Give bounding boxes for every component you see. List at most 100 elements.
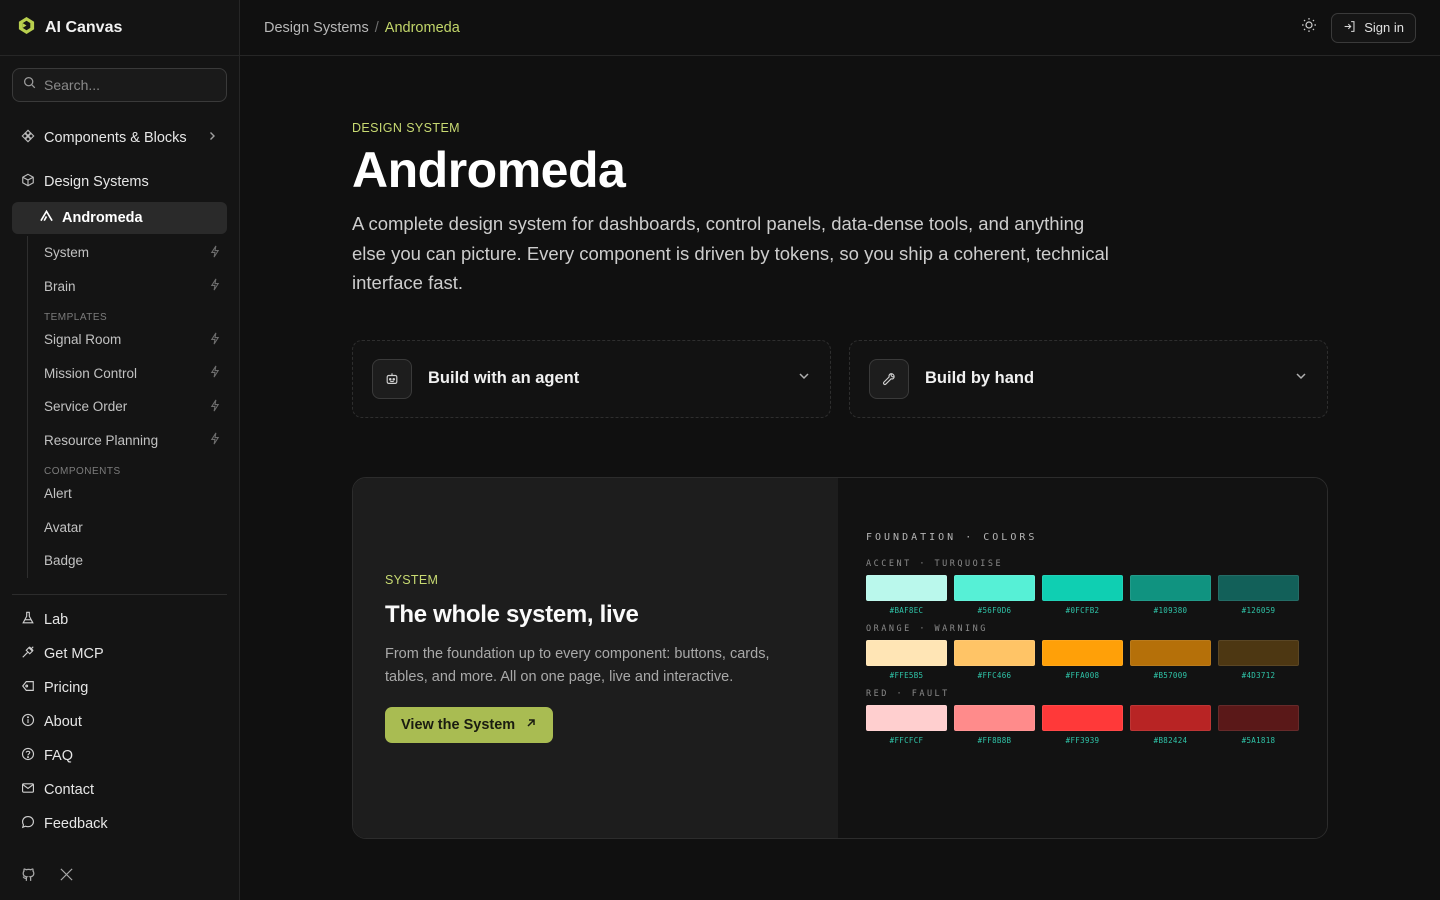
sidebar-item-avatar[interactable]: Avatar — [28, 511, 227, 545]
sidebar-item-label: Contact — [44, 781, 94, 798]
system-description: From the foundation up to every componen… — [385, 645, 770, 685]
theme-toggle-sun-icon[interactable] — [1301, 17, 1317, 38]
swatch-hex: #4D3712 — [1241, 670, 1276, 680]
color-swatch[interactable]: #0FCFB2 — [1042, 574, 1123, 615]
chevron-down-icon — [797, 369, 811, 388]
swatch-chip — [1042, 704, 1123, 731]
sidebar-item-service-order[interactable]: Service Order — [28, 390, 227, 424]
bolt-icon — [209, 278, 221, 294]
sidebar-item-pricing[interactable]: Pricing — [12, 671, 227, 705]
system-title: The whole system, live — [385, 600, 639, 628]
swatch-hex: #FFC466 — [977, 670, 1012, 680]
social-links — [20, 866, 74, 888]
color-swatch[interactable]: #FFA008 — [1042, 639, 1123, 680]
color-swatch[interactable]: #FFC466 — [954, 639, 1035, 680]
sidebar-item-label: Pricing — [44, 679, 89, 696]
sidebar-item-label: About — [44, 713, 82, 730]
color-swatch[interactable]: #126059 — [1218, 574, 1299, 615]
color-swatch[interactable]: #B82424 — [1130, 704, 1211, 745]
swatch-hex: #FFA008 — [1065, 670, 1100, 680]
color-swatch[interactable]: #FFE5B5 — [866, 639, 947, 680]
sidebar-item-faq[interactable]: FAQ — [12, 739, 227, 773]
bolt-icon — [209, 332, 221, 348]
bolt-icon — [209, 245, 221, 261]
templates-heading: TEMPLATES — [44, 312, 108, 323]
sidebar-item-contact[interactable]: Contact — [12, 773, 227, 807]
sidebar-item-label: Service Order — [44, 399, 128, 415]
swatch-hex: #B82424 — [1153, 735, 1188, 745]
sidebar-item-label: Alert — [44, 486, 72, 502]
color-swatch[interactable]: #FF8B8B — [954, 704, 1035, 745]
nav-components-blocks[interactable]: Components & Blocks — [12, 122, 227, 154]
sidebar-item-signal-room[interactable]: Signal Room — [28, 323, 227, 357]
build-with-agent-card[interactable]: Build with an agent — [352, 339, 831, 418]
sidebar-item-label: Badge — [44, 553, 84, 569]
sidebar-item-lab[interactable]: Lab — [12, 603, 227, 637]
nav-design-systems[interactable]: Design Systems — [12, 166, 227, 198]
x-icon[interactable] — [59, 867, 74, 887]
message-icon — [21, 815, 35, 833]
swatch-hex: #FF8B8B — [977, 735, 1012, 745]
chevron-right-icon — [206, 130, 218, 146]
sidebar-item-get-mcp[interactable]: Get MCP — [12, 637, 227, 671]
bot-icon — [372, 358, 412, 399]
sidebar: AI Canvas Components & Blocks — [0, 0, 240, 900]
color-swatch[interactable]: #4D3712 — [1218, 639, 1299, 680]
color-swatch[interactable]: #BAF8EC — [866, 574, 947, 615]
bolt-icon — [209, 432, 221, 448]
sidebar-item-label: Signal Room — [44, 332, 122, 348]
swatch-chip — [1130, 704, 1211, 731]
github-icon[interactable] — [20, 866, 37, 888]
swatch-chip — [866, 639, 947, 666]
search-input[interactable] — [44, 77, 204, 93]
build-hand-label: Build by hand — [925, 369, 1035, 387]
tag-icon — [21, 679, 35, 697]
app-name: AI Canvas — [45, 18, 123, 36]
color-swatch[interactable]: #109380 — [1130, 574, 1211, 615]
sidebar-item-label: Lab — [44, 611, 69, 628]
flask-icon — [21, 611, 35, 629]
sidebar-item-label: Get MCP — [44, 645, 104, 662]
brand[interactable]: AI Canvas — [0, 0, 239, 56]
sidebar-item-label: Avatar — [44, 519, 83, 535]
sidebar-item-label: Resource Planning — [44, 432, 159, 448]
info-icon — [21, 713, 35, 731]
sidebar-item-label: Brain — [44, 278, 76, 294]
color-swatch[interactable]: #B57009 — [1130, 639, 1211, 680]
swatch-hex: #56F0D6 — [977, 605, 1012, 615]
components-icon — [21, 129, 35, 147]
nav-andromeda[interactable]: Andromeda — [12, 202, 227, 234]
color-swatch[interactable]: #56F0D6 — [954, 574, 1035, 615]
sidebar-item-brain[interactable]: Brain — [28, 270, 227, 304]
sidebar-item-alert[interactable]: Alert — [28, 477, 227, 511]
breadcrumb-current: Andromeda — [384, 19, 460, 36]
sidebar-divider — [12, 593, 227, 595]
color-swatch[interactable]: #FF3939 — [1042, 704, 1123, 745]
sidebar-item-badge[interactable]: Badge — [28, 544, 227, 578]
sidebar-item-feedback[interactable]: Feedback — [12, 807, 227, 841]
color-swatch[interactable]: #5A1818 — [1218, 704, 1299, 745]
build-by-hand-card[interactable]: Build by hand — [849, 339, 1328, 418]
view-system-button[interactable]: View the System — [385, 706, 554, 743]
color-swatch[interactable]: #FFCFCF — [866, 704, 947, 745]
swatch-chip — [1218, 574, 1299, 601]
swatch-chip — [1218, 704, 1299, 731]
page-title: Andromeda — [352, 142, 626, 198]
nav-andromeda-label: Andromeda — [62, 210, 143, 226]
view-system-label: View the System — [401, 716, 516, 733]
sidebar-item-label: Mission Control — [44, 365, 138, 381]
sidebar-item-about[interactable]: About — [12, 705, 227, 739]
help-icon — [21, 747, 35, 765]
sign-in-button[interactable]: Sign in — [1331, 12, 1416, 43]
swatch-hex: #FFE5B5 — [889, 670, 924, 680]
search-box[interactable] — [12, 68, 227, 102]
mail-icon — [21, 781, 35, 799]
sidebar-item-mission-control[interactable]: Mission Control — [28, 357, 227, 391]
palette-group-label: ORANGE · WARNING — [866, 623, 988, 634]
swatch-chip — [1042, 574, 1123, 601]
breadcrumb-parent[interactable]: Design Systems — [264, 20, 369, 36]
sidebar-item-resource-planning[interactable]: Resource Planning — [28, 424, 227, 458]
sidebar-item-system[interactable]: System — [28, 236, 227, 270]
swatch-chip — [1130, 574, 1211, 601]
swatch-chip — [954, 574, 1035, 601]
